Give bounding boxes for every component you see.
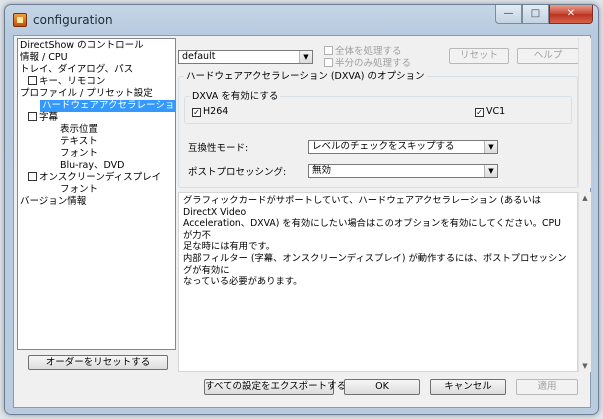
help-button[interactable]: ヘルプ xyxy=(517,48,579,64)
preset-select[interactable]: default ▼ xyxy=(178,50,313,64)
tree-item-label: 情報 / CPU xyxy=(20,52,68,63)
caption-buttons: — □ ✕ xyxy=(495,5,593,25)
tree-item-label: バージョン情報 xyxy=(20,196,87,207)
options-scrollbar[interactable] xyxy=(578,38,591,188)
scroll-down-icon[interactable]: ▼ xyxy=(579,362,591,370)
title-bar[interactable]: configuration — □ ✕ xyxy=(5,5,598,35)
window-title: configuration xyxy=(33,13,113,27)
process-all-option[interactable]: 全体を処理する xyxy=(324,46,402,57)
preset-value: default xyxy=(182,51,216,62)
tree-item-osd-font[interactable]: フォント xyxy=(60,184,98,196)
tree-item-version-info[interactable]: バージョン情報 xyxy=(20,196,86,208)
dxva-enable-title: DXVA を有効にする xyxy=(190,91,281,102)
chevron-down-icon: ▼ xyxy=(484,165,497,177)
dialog-client-area: DirectShow のコントロール 情報 / CPU トレイ、ダイアログ、パス… xyxy=(13,35,591,408)
tree-item-label: 表示位置 xyxy=(60,124,99,135)
tree-checkbox[interactable] xyxy=(28,112,37,121)
vc1-checkbox[interactable]: ✓ xyxy=(475,108,484,117)
compat-mode-value: レベルのチェックをスキップする xyxy=(312,141,455,152)
process-half-option[interactable]: 半分のみ処理する xyxy=(324,58,411,69)
h264-label: H264 xyxy=(203,106,229,117)
description-scrollbar[interactable]: ▲ ▼ xyxy=(578,192,591,372)
tree-item-keys-remote[interactable]: キー、リモコン xyxy=(28,76,105,88)
ok-button[interactable]: OK xyxy=(344,379,420,395)
postproc-value: 無効 xyxy=(312,165,332,176)
tree-item-label: キー、リモコン xyxy=(39,76,106,87)
tree-item-label: ハードウェアアクセラレーション xyxy=(42,100,176,111)
chevron-down-icon: ▼ xyxy=(484,141,497,153)
chevron-down-icon: ▼ xyxy=(299,51,312,63)
process-half-checkbox[interactable] xyxy=(324,58,333,67)
cancel-button[interactable]: キャンセル xyxy=(430,379,506,395)
postproc-label: ポストプロセッシング: xyxy=(188,167,287,178)
tree-item-label: フォント xyxy=(60,184,99,195)
tree-item-label: テキスト xyxy=(60,136,98,147)
settings-tree[interactable]: DirectShow のコントロール 情報 / CPU トレイ、ダイアログ、パス… xyxy=(17,38,176,350)
tree-item-label: オンスクリーンディスプレイ xyxy=(39,172,162,183)
tree-item-directshow[interactable]: DirectShow のコントロール xyxy=(20,40,144,52)
tree-item-label: 字幕 xyxy=(39,112,59,123)
tree-item-info-cpu[interactable]: 情報 / CPU xyxy=(20,52,68,64)
maximize-button[interactable]: □ xyxy=(522,5,549,24)
tree-checkbox[interactable] xyxy=(28,172,37,181)
tree-item-label: DirectShow のコントロール xyxy=(20,40,144,51)
configuration-window: configuration — □ ✕ DirectShow のコントロール 情… xyxy=(4,4,599,415)
scroll-up-icon[interactable]: ▲ xyxy=(579,194,591,202)
description-text: グラフィックカードがサポートしていて、ハードウェアアクセラレーション (あるいは… xyxy=(178,192,578,372)
tree-item-tray-dialog-path[interactable]: トレイ、ダイアログ、パス xyxy=(20,64,133,76)
tree-item-subtitle-position[interactable]: 表示位置 xyxy=(60,124,98,136)
tree-item-osd[interactable]: オンスクリーンディスプレイ xyxy=(28,172,161,184)
app-icon xyxy=(13,13,27,27)
tree-item-label: Blu-ray、DVD xyxy=(60,160,125,171)
tree-item-label: フォント xyxy=(60,148,99,159)
tree-item-label: プロファイル / プリセット設定 xyxy=(20,88,153,99)
tree-item-subtitle-text[interactable]: テキスト xyxy=(60,136,98,148)
process-all-label: 全体を処理する xyxy=(335,46,402,57)
compat-mode-select[interactable]: レベルのチェックをスキップする ▼ xyxy=(308,140,498,154)
reset-order-button[interactable]: オーダーをリセットする xyxy=(28,355,168,370)
preset-reset-button[interactable]: リセット xyxy=(449,48,509,64)
vc1-option[interactable]: ✓ VC1 xyxy=(475,106,505,117)
compat-mode-label: 互換性モード: xyxy=(188,143,249,154)
process-all-checkbox[interactable] xyxy=(324,46,333,55)
tree-item-subtitles[interactable]: 字幕 xyxy=(28,112,58,124)
tree-checkbox[interactable] xyxy=(28,76,37,85)
vc1-label: VC1 xyxy=(486,106,506,117)
apply-button[interactable]: 適用 xyxy=(516,379,578,395)
export-settings-button[interactable]: すべての設定をエクスポートする xyxy=(204,379,346,395)
tree-item-bluray-dvd[interactable]: Blu-ray、DVD xyxy=(60,160,124,172)
process-half-label: 半分のみ処理する xyxy=(335,58,412,69)
h264-checkbox[interactable]: ✓ xyxy=(192,108,201,117)
h264-option[interactable]: ✓ H264 xyxy=(192,106,228,117)
tree-item-profile-preset[interactable]: プロファイル / プリセット設定 xyxy=(20,88,153,100)
close-button[interactable]: ✕ xyxy=(549,5,593,24)
postproc-select[interactable]: 無効 ▼ xyxy=(308,164,498,178)
dxva-options-title: ハードウェアアクセラレーション (DXVA) のオプション xyxy=(184,71,427,82)
minimize-button[interactable]: — xyxy=(495,5,522,24)
tree-item-label: トレイ、ダイアログ、パス xyxy=(20,64,134,75)
tree-item-hardware-acceleration[interactable]: ハードウェアアクセラレーション xyxy=(40,100,176,112)
tree-item-subtitle-font[interactable]: フォント xyxy=(60,148,98,160)
